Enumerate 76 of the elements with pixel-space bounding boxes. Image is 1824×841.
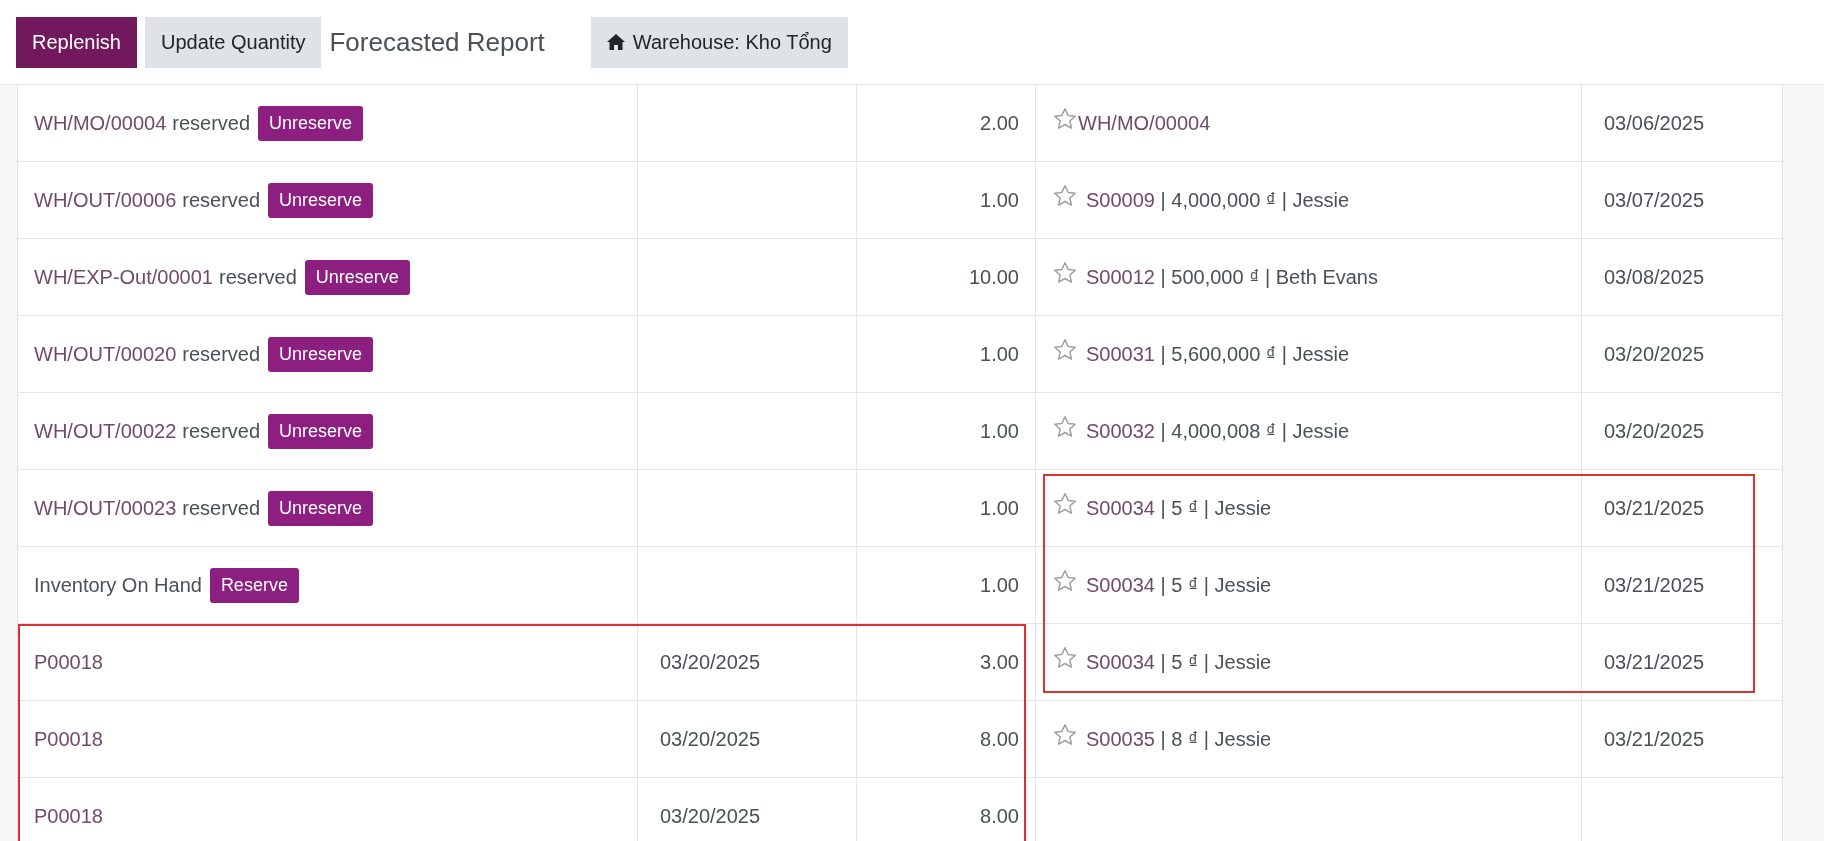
- date-text: 03/21/2025: [1604, 650, 1705, 674]
- date-text: 03/21/2025: [1604, 496, 1705, 520]
- purchase-link[interactable]: P00018: [34, 727, 103, 751]
- quantity-text: 1.00: [980, 419, 1019, 443]
- order-link[interactable]: S00034: [1086, 573, 1155, 597]
- reserved-label: reserved: [182, 342, 261, 366]
- unreserve-button[interactable]: Unreserve: [268, 413, 374, 449]
- unreserve-button[interactable]: Unreserve: [268, 182, 374, 218]
- quantity-text: 10.00: [968, 265, 1019, 289]
- transfer-link[interactable]: WH/MO/00004: [34, 111, 167, 135]
- order-details: | 500,000 ₫ | Beth Evans: [1159, 265, 1378, 289]
- order-details: | 5 ₫ | Jessie: [1159, 573, 1272, 597]
- quantity-text: 1.00: [980, 496, 1019, 520]
- transfer-link[interactable]: WH/OUT/00020: [34, 342, 177, 366]
- warehouse-button[interactable]: Warehouse: Kho Tổng: [590, 16, 848, 68]
- date-text: 03/20/2025: [1604, 342, 1705, 366]
- star-icon[interactable]: [1052, 645, 1078, 671]
- order-link[interactable]: S00012: [1086, 265, 1155, 289]
- transfer-link[interactable]: WH/OUT/00006: [34, 188, 177, 212]
- reserved-label: reserved: [218, 265, 297, 289]
- unreserve-button[interactable]: Unreserve: [258, 105, 364, 141]
- order-details: | 4,000,008 ₫ | Jessie: [1159, 419, 1350, 443]
- reserved-label: reserved: [172, 111, 251, 135]
- star-icon[interactable]: [1052, 106, 1078, 132]
- reserve-button[interactable]: Reserve: [209, 567, 299, 603]
- star-icon[interactable]: [1052, 414, 1078, 440]
- replenish-button[interactable]: Replenish: [16, 16, 137, 68]
- star-icon[interactable]: [1052, 337, 1078, 363]
- date-text: 03/06/2025: [1604, 111, 1705, 135]
- inventory-label: Inventory On Hand: [34, 573, 202, 597]
- order-details: | 8 ₫ | Jessie: [1159, 727, 1272, 751]
- order-link[interactable]: WH/MO/00004: [1078, 111, 1211, 135]
- page-title: Forecasted Report: [329, 26, 545, 58]
- quantity-text: 8.00: [980, 804, 1019, 828]
- order-link[interactable]: S00009: [1086, 188, 1155, 212]
- quantity-text: 2.00: [980, 111, 1019, 135]
- reserved-label: reserved: [182, 419, 261, 443]
- transfer-link[interactable]: WH/OUT/00023: [34, 496, 177, 520]
- date-text: 03/21/2025: [1604, 573, 1705, 597]
- star-icon[interactable]: [1052, 568, 1078, 594]
- order-link[interactable]: S00035: [1086, 727, 1155, 751]
- unreserve-button[interactable]: Unreserve: [304, 259, 410, 295]
- transfer-link[interactable]: WH/OUT/00022: [34, 419, 177, 443]
- purchase-link[interactable]: P00018: [34, 804, 103, 828]
- unreserve-button[interactable]: Unreserve: [268, 336, 374, 372]
- star-icon[interactable]: [1052, 722, 1078, 748]
- date-text: 03/20/2025: [1604, 419, 1705, 443]
- star-icon[interactable]: [1052, 491, 1078, 517]
- date-text: 03/21/2025: [1604, 727, 1705, 751]
- reserved-label: reserved: [182, 188, 261, 212]
- order-details: | 4,000,000 ₫ | Jessie: [1159, 188, 1350, 212]
- date-text: 03/08/2025: [1604, 265, 1705, 289]
- order-link[interactable]: S00034: [1086, 650, 1155, 674]
- order-details: | 5 ₫ | Jessie: [1159, 496, 1272, 520]
- quantity-text: 8.00: [980, 727, 1019, 751]
- star-icon[interactable]: [1052, 183, 1078, 209]
- quantity-text: 1.00: [980, 188, 1019, 212]
- order-details: | 5,600,000 ₫ | Jessie: [1159, 342, 1350, 366]
- date-text: 03/07/2025: [1604, 188, 1705, 212]
- order-link[interactable]: S00034: [1086, 496, 1155, 520]
- order-details: | 5 ₫ | Jessie: [1159, 650, 1272, 674]
- unreserve-button[interactable]: Unreserve: [268, 490, 374, 526]
- home-icon: [606, 34, 625, 50]
- date-text: 03/20/2025: [660, 650, 761, 674]
- purchase-link[interactable]: P00018: [34, 650, 103, 674]
- quantity-text: 3.00: [980, 650, 1019, 674]
- transfer-link[interactable]: WH/EXP-Out/00001: [34, 265, 213, 289]
- date-text: 03/20/2025: [660, 727, 761, 751]
- date-text: 03/20/2025: [660, 804, 761, 828]
- reserved-label: reserved: [182, 496, 261, 520]
- order-link[interactable]: S00032: [1086, 419, 1155, 443]
- star-icon[interactable]: [1052, 260, 1078, 286]
- quantity-text: 1.00: [980, 342, 1019, 366]
- order-link[interactable]: S00031: [1086, 342, 1155, 366]
- quantity-text: 1.00: [980, 573, 1019, 597]
- update-quantity-button[interactable]: Update Quantity: [144, 16, 322, 68]
